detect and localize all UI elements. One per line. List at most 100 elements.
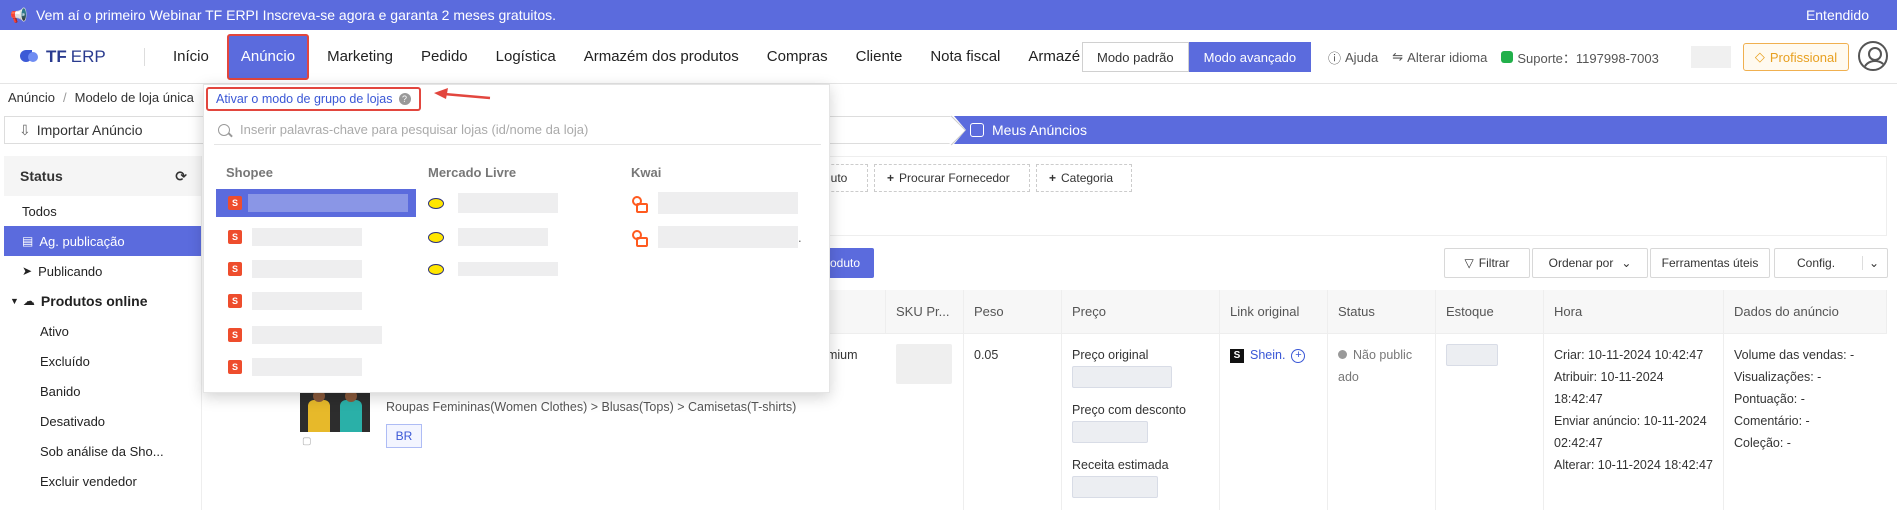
redacted-store-name — [248, 194, 408, 212]
table-header-weight: Peso — [964, 290, 1062, 334]
price-discount-input[interactable] — [1072, 421, 1148, 443]
table-header-sku: SKU Pr... — [886, 290, 964, 334]
nav-item-nota-fiscal[interactable]: Nota fiscal — [916, 30, 1014, 84]
column-mercado-livre-title: Mercado Livre — [428, 165, 517, 180]
original-link[interactable]: Shein. — [1250, 348, 1285, 362]
tools-button[interactable]: Ferramentas úteis — [1650, 248, 1770, 278]
price-original-input[interactable] — [1072, 366, 1172, 388]
mode-standard-button[interactable]: Modo padrão — [1082, 42, 1189, 72]
sidebar-item-excluir-vendedor[interactable]: Excluir vendedor — [4, 466, 201, 496]
redacted-store-name — [252, 292, 362, 310]
nav-item-inicio[interactable]: Início — [159, 30, 223, 84]
refresh-icon[interactable]: ⟳ — [175, 168, 187, 185]
store-group-mode-toggle[interactable]: Ativar o modo de grupo de lojas ? — [206, 87, 421, 111]
language-link[interactable]: ⇋ Alterar idioma — [1392, 49, 1487, 65]
sidebar-item-excluido[interactable]: Excluído — [4, 346, 201, 376]
shopee-icon: S — [228, 196, 242, 210]
nav-item-marketing[interactable]: Marketing — [313, 30, 407, 84]
mercado-livre-icon — [428, 197, 444, 209]
support-info[interactable]: Suporte：1197998-7003 — [1501, 48, 1659, 67]
redacted-store-name — [252, 260, 362, 278]
store-search[interactable]: Inserir palavras-chave para pesquisar lo… — [214, 115, 821, 145]
nav-item-compras[interactable]: Compras — [753, 30, 842, 84]
redacted-store-name — [252, 228, 362, 246]
redacted-store-name — [658, 192, 798, 214]
sidebar-item-sob-analise[interactable]: Sob análise da Sho... — [4, 436, 201, 466]
language-label: Alterar idioma — [1407, 49, 1488, 65]
nav-item-armazem[interactable]: Armazé — [1014, 30, 1084, 84]
shopee-store-item[interactable]: S — [216, 287, 416, 315]
sidebar-item-label: Publicando — [38, 263, 103, 279]
nav-item-pedido[interactable]: Pedido — [407, 30, 482, 84]
sidebar-item-desativado[interactable]: Desativado — [4, 406, 201, 436]
swap-icon: ⇋ — [1392, 49, 1404, 64]
breadcrumb-item-current: Modelo de loja única — [74, 90, 194, 105]
shopee-icon: S — [228, 328, 242, 342]
sort-dropdown[interactable]: Ordenar por ⌄ — [1532, 248, 1648, 278]
config-label: Config. — [1797, 256, 1836, 270]
stock-input[interactable] — [1446, 344, 1498, 366]
brand-suffix: ERP — [70, 46, 106, 66]
sidebar-item-ag-publicacao[interactable]: ▤ Ag. publicação — [4, 226, 201, 256]
nav-item-armazem-produtos[interactable]: Armazém dos produtos — [570, 30, 753, 84]
nav-divider — [144, 47, 145, 66]
status-sidebar: Status ⟳ Todos ▤ Ag. publicação ➤ Publican… — [4, 156, 202, 510]
step-my-listings[interactable]: Meus Anúncios — [954, 116, 1887, 144]
nav-item-cliente[interactable]: Cliente — [842, 30, 917, 84]
plan-badge[interactable]: ◇ Profissional — [1743, 43, 1849, 71]
config-button[interactable]: Config. ⌄ — [1774, 248, 1888, 278]
sidebar-group-produtos-online[interactable]: ▼ ☁ Produtos online — [4, 286, 201, 316]
sidebar-header: Status ⟳ — [4, 156, 201, 196]
time-sent: Enviar anúncio: 10-11-2024 02:42:47 — [1554, 414, 1707, 450]
add-link-icon[interactable]: + — [1291, 348, 1306, 363]
shopee-store-item[interactable]: S — [216, 189, 416, 217]
column-kwai-title: Kwai — [631, 165, 662, 180]
sidebar-item-publicando[interactable]: ➤ Publicando — [4, 256, 201, 286]
sidebar-item-banido[interactable]: Banido — [4, 376, 201, 406]
help-link[interactable]: ⓘ Ajuda — [1328, 48, 1378, 67]
mercado-livre-store-item[interactable] — [428, 223, 608, 251]
product-thumbnail[interactable] — [300, 388, 370, 432]
shopee-store-item[interactable]: S — [216, 223, 416, 251]
filter-chip-category[interactable]: + Categoria — [1036, 164, 1132, 192]
views: Visualizações: - — [1734, 370, 1822, 384]
mercado-livre-store-item[interactable] — [428, 255, 608, 283]
nav-item-logistica[interactable]: Logística — [482, 30, 570, 84]
filter-button-label: Filtrar — [1478, 256, 1510, 270]
sidebar-item-ativo[interactable]: Ativo — [4, 316, 201, 346]
kwai-store-item[interactable] — [632, 189, 822, 217]
filter-chip-label: Procurar Fornecedor — [899, 171, 1010, 185]
shopee-icon: S — [228, 262, 242, 276]
site-tag[interactable]: BR — [386, 424, 422, 448]
estimated-revenue-input[interactable] — [1072, 476, 1158, 498]
brand-logo[interactable]: TF ERP — [20, 47, 140, 67]
help-icon[interactable]: ? — [398, 93, 411, 105]
shopee-store-item[interactable]: S — [216, 255, 416, 283]
cloud-icon: ☁ — [22, 294, 35, 308]
image-icon: ▢ — [302, 436, 312, 447]
banner-message[interactable]: Vem aí o primeiro Webinar TF ERPI Inscre… — [36, 7, 556, 23]
banner-dismiss-button[interactable]: Entendido — [1806, 7, 1869, 23]
shopee-store-item[interactable]: S — [216, 353, 416, 381]
table-header-price: Preço — [1062, 290, 1220, 334]
breadcrumb-item-anuncio[interactable]: Anúncio — [8, 90, 55, 105]
store-search-placeholder: Inserir palavras-chave para pesquisar lo… — [240, 122, 589, 137]
plus-icon: + — [1049, 171, 1057, 185]
shopee-store-item[interactable]: S — [216, 321, 416, 349]
filter-chip-supplier[interactable]: + Procurar Fornecedor — [874, 164, 1030, 192]
step-middle[interactable] — [824, 116, 952, 144]
shopee-icon: S — [228, 230, 242, 244]
sidebar-item-label: Sob análise da Sho... — [40, 443, 164, 459]
mode-advanced-button[interactable]: Modo avançado — [1188, 42, 1312, 72]
mercado-livre-store-item[interactable] — [428, 189, 608, 217]
mode-toggle: Modo padrão Modo avançado — [1082, 42, 1312, 72]
redacted-store-name — [458, 228, 548, 246]
filter-button[interactable]: ▽ Filtrar — [1444, 248, 1530, 278]
nav-item-anuncio[interactable]: Anúncio — [226, 33, 310, 80]
table-cell-sku — [886, 334, 964, 510]
kwai-store-item[interactable]: . — [632, 223, 822, 251]
sidebar-item-todos[interactable]: Todos — [4, 196, 201, 226]
user-avatar-icon[interactable] — [1858, 41, 1888, 71]
redacted-sku — [896, 344, 952, 384]
step-import[interactable]: ⇩ Importar Anúncio — [4, 116, 204, 144]
